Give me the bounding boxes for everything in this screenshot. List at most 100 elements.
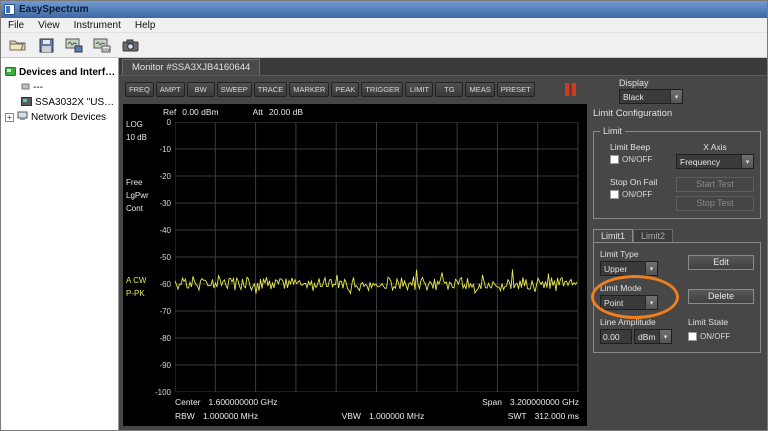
instrument-csv-icon: csv	[93, 38, 111, 53]
monitor-button-row: FREQAMPTBWSWEEPTRACEMARKERPEAKTRIGGERLIM…	[125, 82, 535, 97]
tree-item-network-devices[interactable]: + Network Devices	[1, 110, 118, 125]
limit-type-label: Limit Type	[600, 249, 658, 259]
limit-type-value: Upper	[601, 262, 630, 275]
trace-ppk-label: P-PK	[126, 289, 145, 298]
tree-item-ssa3032x[interactable]: SSA3032X "USB0::0xF4EC::0...	[1, 95, 118, 110]
monitor-area: Monitor #SSA3XJB4160644 FREQAMPTBWSWEEPT…	[119, 58, 767, 430]
connector-icon	[21, 82, 30, 94]
checkbox-icon[interactable]	[610, 155, 619, 164]
monitor-button-tg[interactable]: TG	[435, 82, 463, 97]
app-icon	[4, 4, 15, 15]
monitor-button-limit[interactable]: LIMIT	[405, 82, 433, 97]
limit-state-checkbox[interactable]: ON/OFF	[688, 332, 754, 341]
display-value: Black	[620, 90, 647, 103]
spectrum-header: Ref 0.00 dBm Att 20.00 dB	[163, 107, 303, 117]
tab-limit1[interactable]: Limit1	[593, 229, 633, 242]
export-csv-button[interactable]: csv	[90, 35, 114, 56]
edit-button[interactable]: Edit	[688, 255, 754, 270]
menu-bar: FileViewInstrumentHelp	[1, 18, 767, 33]
tree-root-devices-and-interfaces[interactable]: Devices and Interfaces	[1, 65, 118, 80]
expand-plus-icon[interactable]: +	[5, 113, 14, 122]
scale-per-div-label: 10 dB	[126, 133, 147, 142]
y-tick-label: -100	[141, 388, 171, 397]
limit-group-title: Limit	[600, 126, 625, 136]
instrument-icon	[21, 97, 32, 109]
open-folder-icon	[9, 38, 27, 52]
tab-limit2[interactable]: Limit2	[633, 229, 673, 242]
tree-item-label: SSA3032X "USB0::0xF4EC::0...	[35, 97, 118, 108]
y-tick-label: -60	[141, 280, 171, 289]
stop-test-button[interactable]: Stop Test	[676, 196, 754, 211]
menu-instrument[interactable]: Instrument	[67, 19, 128, 32]
span-label: Span	[482, 397, 502, 407]
rbw-value: 1.000000 MHz	[203, 411, 258, 421]
amplitude-unit-dropdown[interactable]: dBm ▾	[634, 329, 672, 344]
monitor-button-freq[interactable]: FREQ	[125, 82, 154, 97]
save-data-button[interactable]	[62, 35, 86, 56]
display-dropdown[interactable]: Black ▾	[619, 89, 683, 104]
att-value: 20.00 dB	[269, 107, 303, 117]
monitor-button-trace[interactable]: TRACE	[254, 82, 287, 97]
title-bar: EasySpectrum	[1, 1, 767, 18]
monitor-tabstrip: Monitor #SSA3XJB4160644	[119, 58, 767, 76]
panel-title: Limit Configuration	[589, 104, 765, 119]
onoff-label: ON/OFF	[700, 332, 730, 341]
menu-help[interactable]: Help	[128, 19, 163, 32]
menu-view[interactable]: View	[31, 19, 67, 32]
pause-button[interactable]	[565, 83, 576, 96]
vbw-label: VBW	[342, 411, 361, 421]
monitor-button-ampt[interactable]: AMPT	[156, 82, 185, 97]
y-tick-label: 0	[141, 118, 171, 127]
screenshot-button[interactable]	[118, 35, 142, 56]
menu-file[interactable]: File	[1, 19, 31, 32]
spectrum-display: Ref 0.00 dBm Att 20.00 dB LOG 10 dB Free…	[123, 104, 587, 426]
trigger-free-label: Free	[126, 178, 142, 187]
open-button[interactable]	[6, 35, 30, 56]
limit-group: Limit Limit Beep ON/OFF X Axis Frequency	[593, 131, 761, 219]
x-axis-dropdown[interactable]: Frequency ▾	[676, 154, 754, 169]
device-tree-panel: Devices and Interfaces --- SSA3032X "USB…	[1, 58, 119, 430]
monitor-button-trigger[interactable]: TRIGGER	[361, 82, 403, 97]
floppy-save-icon	[39, 38, 54, 53]
spectrum-footer-1: Center1.600000000 GHz Span3.200000000 GH…	[175, 397, 579, 407]
display-control: Display Black ▾	[619, 78, 683, 104]
limit-beep-checkbox[interactable]: ON/OFF	[610, 155, 670, 164]
monitor-button-preset[interactable]: PRESET	[497, 82, 535, 97]
x-axis-label: X Axis	[676, 142, 754, 152]
limit-beep-label: Limit Beep	[610, 142, 670, 152]
start-test-button[interactable]: Start Test	[676, 177, 754, 192]
delete-button[interactable]: Delete	[688, 289, 754, 304]
att-label: Att	[253, 107, 263, 117]
limit-type-dropdown[interactable]: Upper ▾	[600, 261, 658, 276]
monitor-tab[interactable]: Monitor #SSA3XJB4160644	[122, 59, 260, 75]
display-label: Display	[619, 78, 683, 88]
line-amplitude-input[interactable]	[600, 329, 632, 344]
amplitude-unit-value: dBm	[635, 330, 658, 343]
camera-icon	[122, 39, 139, 52]
stop-on-fail-checkbox[interactable]: ON/OFF	[610, 190, 670, 199]
app-window: EasySpectrum FileViewInstrumentHelp csv	[0, 0, 768, 431]
y-tick-label: -90	[141, 361, 171, 370]
monitor-button-marker[interactable]: MARKER	[289, 82, 329, 97]
center-value: 1.600000000 GHz	[209, 397, 278, 407]
y-tick-label: -80	[141, 334, 171, 343]
window-title: EasySpectrum	[19, 4, 88, 15]
chevron-down-icon: ▾	[670, 90, 682, 103]
limit-mode-dropdown[interactable]: Point ▾	[600, 295, 658, 310]
monitor-button-peak[interactable]: PEAK	[331, 82, 359, 97]
monitor-button-meas[interactable]: MEAS	[465, 82, 494, 97]
svg-text:csv: csv	[103, 47, 111, 52]
monitor-button-bw[interactable]: BW	[187, 82, 215, 97]
y-tick-label: -30	[141, 199, 171, 208]
limit-state-label: Limit State	[688, 317, 754, 327]
monitor-button-sweep[interactable]: SWEEP	[217, 82, 252, 97]
y-tick-label: -70	[141, 307, 171, 316]
save-button[interactable]	[34, 35, 58, 56]
checkbox-icon[interactable]	[688, 332, 697, 341]
checkbox-icon[interactable]	[610, 190, 619, 199]
limit-tabs: Limit1 Limit2	[593, 229, 761, 242]
tree-item-dash[interactable]: ---	[1, 80, 118, 95]
x-axis-value: Frequency	[677, 155, 723, 168]
y-tick-label: -10	[141, 145, 171, 154]
line-amplitude-label: Line Amplitude	[600, 317, 672, 327]
